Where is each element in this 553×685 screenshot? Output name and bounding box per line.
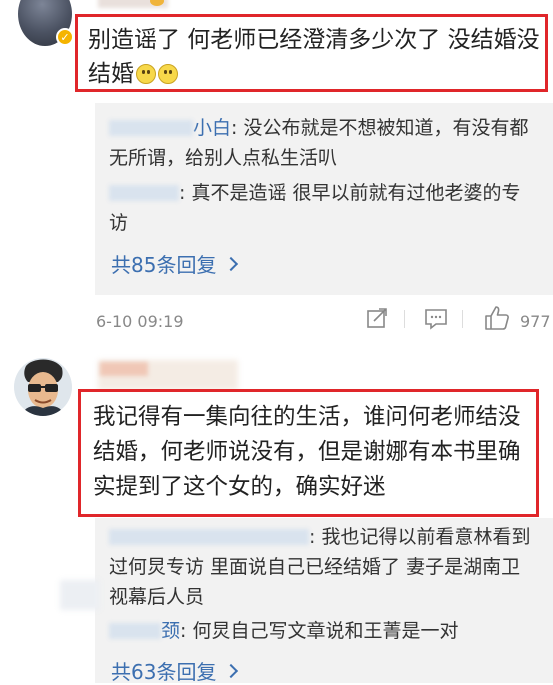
reply-panel: 小白: 没公布就是不想被知道，有没有都无所谓，给别人点私生活叭 : 真不是造谣 …	[95, 103, 553, 295]
timestamp: 6-10 09:19	[96, 312, 184, 331]
reply-item[interactable]: : 我也记得以前看意林看到过何炅专访 里面说自己已经结婚了 妻子是湖南卫视幕后人…	[109, 522, 539, 612]
divider	[404, 310, 405, 328]
blurred-reply-username	[109, 623, 161, 639]
blur-overlay	[60, 580, 100, 610]
more-replies-link[interactable]: 共85条回复	[111, 249, 239, 278]
reply-panel: : 我也记得以前看意林看到过何炅专访 里面说自己已经结婚了 妻子是湖南卫视幕后人…	[95, 518, 553, 685]
divider	[462, 310, 463, 328]
comment-text: 我记得有一集向往的生活，谁问何老师结没结婚，何老师说没有，但是谢娜有本书里确实提…	[93, 404, 521, 500]
more-replies-link[interactable]: 共63条回复	[111, 656, 239, 685]
comment-highlight-box: 我记得有一集向往的生活，谁问何老师结没结婚，何老师说没有，但是谢娜有本书里确实提…	[78, 389, 539, 517]
chevron-right-icon	[224, 256, 239, 272]
like-icon[interactable]	[484, 305, 510, 331]
blurred-reply-username	[109, 185, 179, 201]
comment-text: 别造谣了 何老师已经澄清多少次了 没结婚没结婚	[88, 27, 540, 87]
blurred-reply-username	[109, 120, 193, 136]
reply-username[interactable]: 小白	[193, 117, 231, 139]
reply-item[interactable]: : 真不是造谣 很早以前就有过他老婆的专访	[109, 178, 539, 238]
comment-icon[interactable]	[424, 308, 448, 330]
blurred-username-accent	[100, 362, 148, 376]
reply-text: : 何炅自己写文章说和王菁是一对	[180, 620, 459, 642]
avatar-portrait-icon	[14, 358, 72, 416]
share-icon[interactable]	[366, 307, 388, 329]
reply-username[interactable]: 颈	[161, 620, 180, 642]
reply-item[interactable]: 颈: 何炅自己写文章说和王菁是一对	[109, 616, 539, 646]
verified-badge-icon: ✓	[56, 28, 74, 46]
blurred-reply-username	[109, 529, 309, 545]
reply-item[interactable]: 小白: 没公布就是不想被知道，有没有都无所谓，给别人点私生活叭	[109, 113, 539, 173]
chevron-right-icon	[224, 663, 239, 679]
smile-emoji-icon	[136, 64, 156, 84]
avatar[interactable]	[14, 358, 72, 416]
like-count: 977	[520, 312, 551, 331]
smile-emoji-icon	[158, 64, 178, 84]
comment-highlight-box: 别造谣了 何老师已经澄清多少次了 没结婚没结婚	[75, 14, 548, 92]
